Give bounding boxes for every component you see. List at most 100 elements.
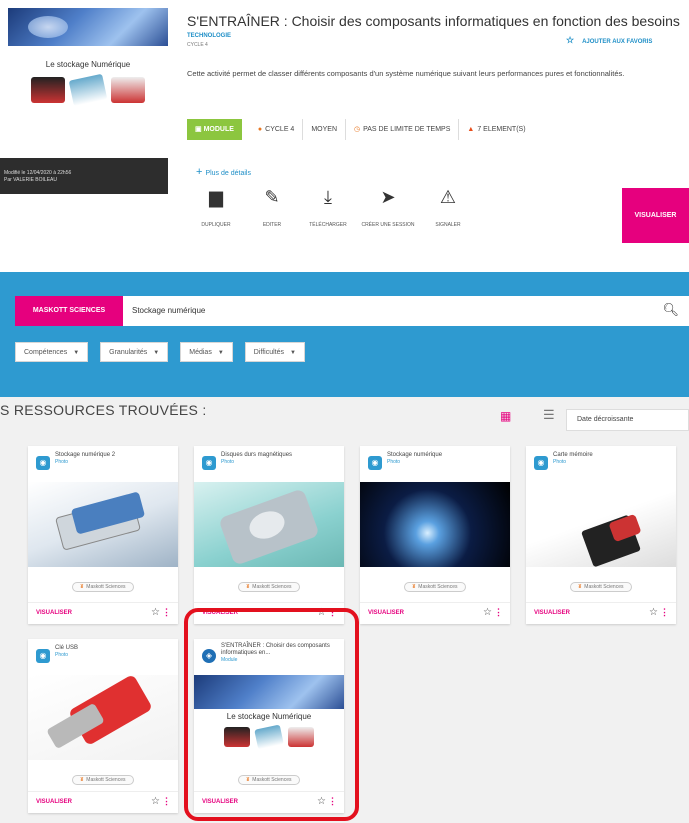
photo-icon: ◉ xyxy=(36,456,50,470)
edit-button[interactable]: ✎ EDITER xyxy=(244,187,300,250)
card-type: Photo xyxy=(55,459,69,465)
create-session-button[interactable]: ➤ CRÉER UNE SESSION xyxy=(356,187,420,250)
visualiser-button[interactable]: VISUALISER xyxy=(622,188,689,243)
card-source-tag: ¥ Maskott Sciences xyxy=(569,582,633,592)
card-title[interactable]: Carte mémoire xyxy=(553,452,671,459)
caret-down-icon: ▼ xyxy=(153,350,160,356)
star-icon[interactable]: ☆ xyxy=(649,607,658,618)
star-icon[interactable]: ☆ xyxy=(151,796,160,807)
kebab-menu-icon[interactable]: ⋮ xyxy=(162,607,171,618)
cycle-label: CYCLE 4 xyxy=(187,42,208,48)
card-source-tag: ¥ Maskott Sciences xyxy=(71,775,135,785)
elements-chip: ▲ 7 ELEMENT(S) xyxy=(459,119,533,140)
cycle-chip-label: CYCLE 4 xyxy=(265,126,295,133)
module-thumbnail: Le stockage Numérique xyxy=(8,8,168,158)
stack-icon: ▲ xyxy=(467,126,475,133)
add-favorite-button[interactable]: ☆ AJOUTER AUX FAVORIS xyxy=(566,35,652,46)
resource-properties: ▣ MODULE ● CYCLE 4 MOYEN ◷ PAS DE LIMITE D… xyxy=(187,119,534,140)
card-title[interactable]: Stockage numérique 2 xyxy=(55,452,173,459)
module-icon: ▣ xyxy=(195,126,204,133)
card-type: Photo xyxy=(221,459,235,465)
filter-competences[interactable]: Compétences ▼ xyxy=(15,342,89,362)
create-session-label: CRÉER UNE SESSION xyxy=(361,222,415,228)
card-type: Photo xyxy=(387,459,401,465)
more-details-label: Plus de détails xyxy=(205,170,251,177)
card-visualiser-link[interactable]: VISUALISER xyxy=(368,610,404,616)
star-icon[interactable]: ☆ xyxy=(483,607,492,618)
kebab-menu-icon[interactable]: ⋮ xyxy=(660,607,669,618)
card-source-tag: ¥ Maskott Sciences xyxy=(403,582,467,592)
maskott-icon: ¥ xyxy=(80,584,84,590)
card-title[interactable]: Clé USB xyxy=(55,645,173,652)
source-selector[interactable]: MASKOTT SCIENCES xyxy=(15,296,123,326)
filter-competences-label: Compétences xyxy=(24,349,68,356)
filter-granularites-label: Granularités xyxy=(109,349,148,356)
maskott-icon: ¥ xyxy=(246,584,250,590)
subject-link[interactable]: TECHNOLOGIE xyxy=(187,33,231,39)
filter-medias[interactable]: Médias ▼ xyxy=(180,342,233,362)
card-visualiser-link[interactable]: VISUALISER xyxy=(534,610,570,616)
copy-icon: ▆ xyxy=(209,187,223,207)
level-chip: MOYEN xyxy=(303,119,346,140)
maskott-icon: ¥ xyxy=(578,584,582,590)
author-name: Par VALERIE BOILEAU xyxy=(4,177,57,183)
download-label: TÉLÉCHARGER xyxy=(309,222,347,228)
card-source-label: Maskott Sciences xyxy=(86,584,126,590)
clock-icon: ◷ xyxy=(354,126,361,133)
result-card[interactable]: ◉ Stockage numérique Photo ¥ Maskott Scien… xyxy=(360,446,510,624)
photo-icon: ◉ xyxy=(202,456,216,470)
card-title[interactable]: Disques durs magnétiques xyxy=(221,452,339,459)
warning-icon: ⚠ xyxy=(439,187,457,207)
pencil-icon: ✎ xyxy=(264,187,280,207)
module-badge-label: MODULE xyxy=(203,126,234,133)
more-details-link[interactable]: + Plus de détails xyxy=(196,166,251,178)
filter-difficultes-label: Difficultés xyxy=(253,349,284,356)
modification-info: Modifié le 12/04/2020 à 22h56 Par VALERI… xyxy=(0,158,168,194)
report-label: SIGNALER xyxy=(435,222,461,228)
card-source-tag: ¥ Maskott Sciences xyxy=(71,582,135,592)
photo-icon: ◉ xyxy=(36,649,50,663)
resource-detail-panel: Le stockage Numérique Modifié le 12/04/2… xyxy=(0,0,689,250)
card-visualiser-link[interactable]: VISUALISER xyxy=(36,799,72,805)
kebab-menu-icon[interactable]: ⋮ xyxy=(162,796,171,807)
search-icon[interactable]: 🔍︎ xyxy=(662,302,679,318)
elements-chip-label: 7 ELEMENT(S) xyxy=(477,126,526,133)
filter-granularites[interactable]: Granularités ▼ xyxy=(100,342,169,362)
resource-title: S'ENTRAÎNER : Choisir des composants inf… xyxy=(187,13,680,29)
list-view-icon[interactable]: ☰ xyxy=(543,407,555,423)
result-card[interactable]: ◉ Stockage numérique 2 Photo ¥ Maskott Sci… xyxy=(28,446,178,624)
filter-difficultes[interactable]: Difficultés ▼ xyxy=(244,342,305,362)
level-chip-label: MOYEN xyxy=(311,126,337,133)
duplicate-button[interactable]: ▆ DUPLIQUER xyxy=(188,187,244,250)
sort-select[interactable]: Date décroissante xyxy=(566,409,689,431)
module-badge: ▣ MODULE xyxy=(187,119,242,140)
star-icon[interactable]: ☆ xyxy=(151,607,160,618)
report-button[interactable]: ⚠ SIGNALER xyxy=(420,187,476,250)
result-card[interactable]: ◉ Clé USB Photo ¥ Maskott Sciences VISUALI… xyxy=(28,639,178,813)
card-image xyxy=(360,482,510,567)
highlight-circle xyxy=(184,608,359,821)
cycle-chip: ● CYCLE 4 xyxy=(250,119,304,140)
kebab-menu-icon[interactable]: ⋮ xyxy=(494,607,503,618)
grid-view-icon[interactable]: ▦ xyxy=(500,409,511,423)
card-image xyxy=(28,675,178,760)
caret-down-icon: ▼ xyxy=(290,350,296,356)
search-bar: MASKOTT SCIENCES Stockage numérique 🔍︎ xyxy=(15,296,689,326)
maskott-icon: ¥ xyxy=(412,584,416,590)
download-button[interactable]: ⤓ TÉLÉCHARGER xyxy=(300,187,356,250)
resource-description: Cette activité permet de classer différe… xyxy=(187,69,625,78)
star-icon: ☆ xyxy=(566,35,575,45)
time-chip: ◷ PAS DE LIMITE DE TEMPS xyxy=(346,119,460,140)
result-card[interactable]: ◉ Carte mémoire Photo ¥ Maskott Sciences V… xyxy=(526,446,676,624)
card-title[interactable]: Stockage numérique xyxy=(387,452,505,459)
card-source-label: Maskott Sciences xyxy=(86,777,126,783)
duplicate-label: DUPLIQUER xyxy=(201,222,231,228)
card-source-tag: ¥ Maskott Sciences xyxy=(237,582,301,592)
card-image xyxy=(526,482,676,567)
search-header: MASKOTT SCIENCES Stockage numérique 🔍︎ C… xyxy=(0,272,689,397)
card-visualiser-link[interactable]: VISUALISER xyxy=(36,610,72,616)
search-input[interactable]: Stockage numérique xyxy=(132,296,205,326)
result-card[interactable]: ◉ Disques durs magnétiques Photo ¥ Maskott… xyxy=(194,446,344,624)
download-icon: ⤓ xyxy=(324,187,332,207)
caret-down-icon: ▼ xyxy=(217,350,224,356)
